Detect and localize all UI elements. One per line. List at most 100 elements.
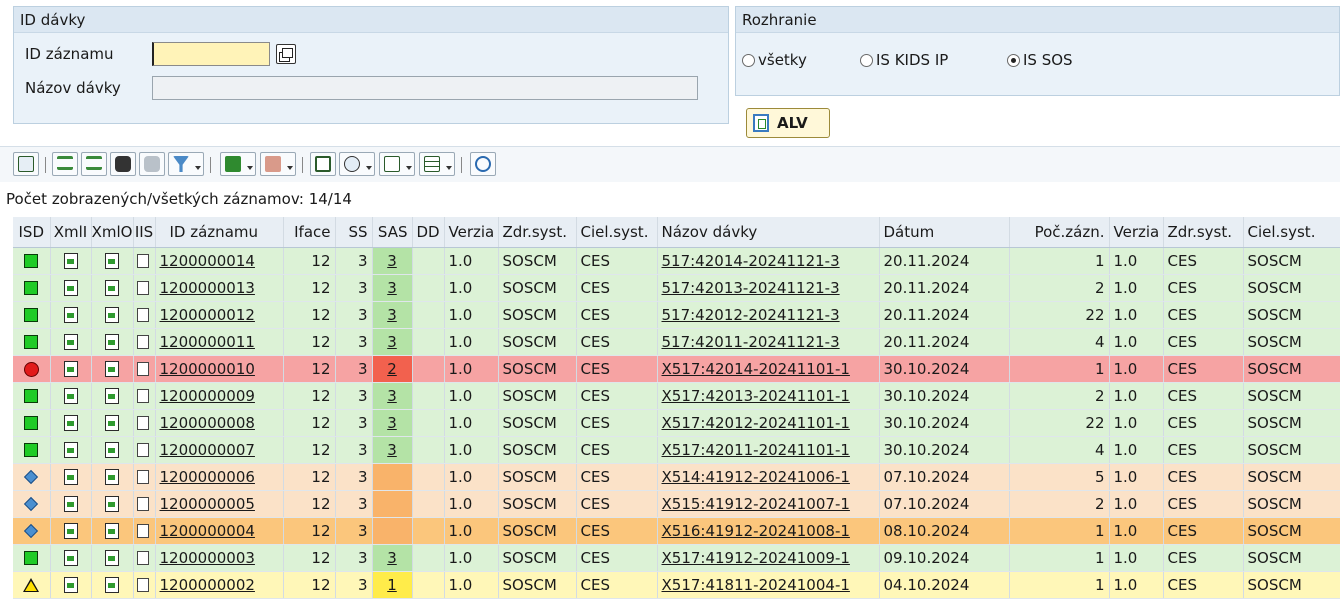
xml-in-icon[interactable] [63, 307, 78, 323]
batch-name-cell[interactable]: X517:42012-20241101-1 [657, 409, 880, 437]
xml-out-cell[interactable] [91, 517, 134, 545]
total-button[interactable] [220, 152, 256, 176]
batch-name-link[interactable]: 517:42011-20241121-3 [662, 333, 840, 351]
xml-in-icon[interactable] [63, 523, 78, 539]
record-id-link[interactable]: 1200000007 [160, 441, 255, 459]
batch-name-cell[interactable]: 517:42014-20241121-3 [657, 247, 880, 275]
note-icon[interactable] [137, 551, 149, 565]
note-icon[interactable] [137, 470, 149, 484]
table-row[interactable]: 1200000005 12 3 1.0 SOSCM CES X515:41912-20241… [13, 490, 1340, 518]
col-header-ss[interactable]: SS [335, 217, 373, 248]
xml-out-cell[interactable] [91, 436, 134, 464]
sas-link[interactable]: 1 [387, 576, 397, 594]
sas-cell[interactable] [372, 490, 413, 518]
col-header-date[interactable]: Dátum [879, 217, 1010, 248]
record-id-link[interactable]: 1200000010 [160, 360, 255, 378]
record-id-cell[interactable]: 1200000003 [155, 544, 284, 572]
sas-cell[interactable]: 3 [372, 544, 413, 572]
record-id-link[interactable]: 1200000002 [160, 576, 255, 594]
xml-in-icon[interactable] [63, 577, 78, 593]
col-header-xmli[interactable]: XmlI [50, 217, 92, 248]
xml-out-icon[interactable] [105, 334, 119, 350]
record-id-cell[interactable]: 1200000008 [155, 409, 284, 437]
xml-out-icon[interactable] [105, 577, 119, 593]
col-header-target-system[interactable]: Ciel.syst. [576, 217, 658, 248]
col-header-version-2[interactable]: Verzia [1109, 217, 1164, 248]
xml-out-cell[interactable] [91, 571, 134, 599]
record-id-cell[interactable]: 1200000005 [155, 490, 284, 518]
note-icon[interactable] [137, 497, 149, 511]
batch-name-cell[interactable]: 517:42012-20241121-3 [657, 301, 880, 329]
record-id-link[interactable]: 1200000012 [160, 306, 255, 324]
radio-all[interactable]: všetky [742, 49, 807, 71]
note-icon[interactable] [137, 335, 149, 349]
note-icon[interactable] [137, 362, 149, 376]
xml-out-cell[interactable] [91, 544, 134, 572]
record-id-cell[interactable]: 1200000011 [155, 328, 284, 356]
record-id-link[interactable]: 1200000014 [160, 252, 255, 270]
table-row[interactable]: 1200000003 12 3 3 1.0 SOSCM CES X517:41912-2024… [13, 544, 1340, 572]
iis-cell[interactable] [133, 382, 156, 410]
xml-out-icon[interactable] [105, 361, 119, 377]
table-row[interactable]: 1200000007 12 3 3 1.0 SOSCM CES X517:42011-2024… [13, 436, 1340, 464]
col-header-version[interactable]: Verzia [444, 217, 499, 248]
xml-in-icon[interactable] [63, 550, 78, 566]
record-id-cell[interactable]: 1200000007 [155, 436, 284, 464]
note-icon[interactable] [137, 524, 149, 538]
batch-name-cell[interactable]: X514:41912-20241006-1 [657, 463, 880, 491]
sas-link[interactable]: 3 [387, 333, 397, 351]
batch-name-cell[interactable]: 517:42011-20241121-3 [657, 328, 880, 356]
record-id-link[interactable]: 1200000004 [160, 522, 255, 540]
xml-out-cell[interactable] [91, 382, 134, 410]
batch-name-link[interactable]: X517:42013-20241101-1 [662, 387, 850, 405]
note-icon[interactable] [137, 254, 149, 268]
xml-in-icon[interactable] [63, 469, 78, 485]
print-button[interactable] [310, 152, 336, 176]
refresh-button[interactable] [470, 152, 496, 176]
xml-out-icon[interactable] [105, 253, 119, 269]
xml-out-icon[interactable] [105, 388, 119, 404]
xml-out-cell[interactable] [91, 490, 134, 518]
record-id-link[interactable]: 1200000013 [160, 279, 255, 297]
sas-cell[interactable] [372, 517, 413, 545]
sas-link[interactable]: 3 [387, 279, 397, 297]
iis-cell[interactable] [133, 355, 156, 383]
iis-cell[interactable] [133, 409, 156, 437]
xml-out-icon[interactable] [105, 442, 119, 458]
col-header-isd[interactable]: ISD [13, 217, 51, 248]
sas-cell[interactable]: 2 [372, 355, 413, 383]
sas-cell[interactable]: 3 [372, 247, 413, 275]
table-row[interactable]: 1200000002 12 3 1 1.0 SOSCM CES X517:41811-2024… [13, 571, 1340, 599]
record-id-cell[interactable]: 1200000009 [155, 382, 284, 410]
alv-button[interactable]: ALV [746, 108, 830, 138]
xml-out-cell[interactable] [91, 409, 134, 437]
table-row[interactable]: 1200000004 12 3 1.0 SOSCM CES X516:41912-20241… [13, 517, 1340, 545]
batch-name-link[interactable]: X517:42011-20241101-1 [662, 441, 850, 459]
sas-cell[interactable]: 3 [372, 301, 413, 329]
subtotal-button[interactable] [260, 152, 296, 176]
iis-cell[interactable] [133, 517, 156, 545]
xml-out-cell[interactable] [91, 328, 134, 356]
record-id-cell[interactable]: 1200000006 [155, 463, 284, 491]
sas-cell[interactable]: 3 [372, 382, 413, 410]
sas-link[interactable]: 3 [387, 306, 397, 324]
iis-cell[interactable] [133, 328, 156, 356]
col-header-sas[interactable]: SAS [372, 217, 413, 248]
batch-name-link[interactable]: X516:41912-20241008-1 [662, 522, 850, 540]
record-id-cell[interactable]: 1200000012 [155, 301, 284, 329]
xml-out-icon[interactable] [105, 307, 119, 323]
record-id-link[interactable]: 1200000008 [160, 414, 255, 432]
batch-name-cell[interactable]: X517:41811-20241004-1 [657, 571, 880, 599]
record-id-link[interactable]: 1200000006 [160, 468, 255, 486]
table-row[interactable]: 1200000012 12 3 3 1.0 SOSCM CES 517:42012-20241… [13, 301, 1340, 329]
batch-name-cell[interactable]: X517:42011-20241101-1 [657, 436, 880, 464]
xml-in-icon[interactable] [63, 442, 78, 458]
xml-in-cell[interactable] [50, 436, 92, 464]
sas-cell[interactable]: 3 [372, 409, 413, 437]
xml-out-cell[interactable] [91, 247, 134, 275]
xml-in-icon[interactable] [63, 388, 78, 404]
record-id-cell[interactable]: 1200000014 [155, 247, 284, 275]
xml-out-icon[interactable] [105, 415, 119, 431]
col-header-source-system[interactable]: Zdr.syst. [498, 217, 577, 248]
sas-link[interactable]: 3 [387, 252, 397, 270]
